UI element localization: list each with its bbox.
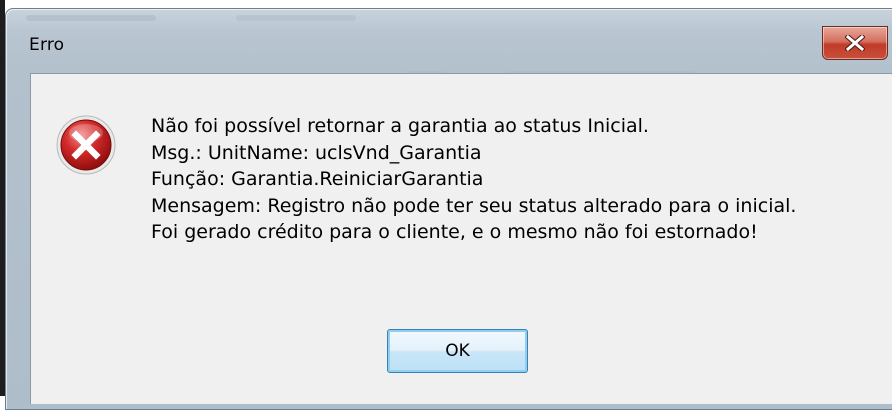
glass-blur — [26, 15, 156, 21]
dialog-title: Erro — [29, 35, 65, 55]
message-line: Foi gerado crédito para o cliente, e o m… — [151, 221, 758, 243]
message-line: Função: Garantia.ReiniciarGarantia — [151, 168, 484, 190]
message-line: Mensagem: Registro não pode ter seu stat… — [151, 194, 797, 217]
message-line: Não foi possível retornar a garantia ao … — [151, 115, 649, 137]
message-line: Msg.: UnitName: uclsVnd_Garantia — [151, 141, 482, 164]
close-x-icon — [845, 35, 865, 51]
error-icon — [56, 115, 116, 175]
close-button[interactable] — [822, 26, 888, 60]
ok-button[interactable]: OK — [387, 329, 528, 373]
glass-blur — [236, 15, 356, 21]
error-message: Não foi possível retornar a garantia ao … — [151, 113, 796, 246]
